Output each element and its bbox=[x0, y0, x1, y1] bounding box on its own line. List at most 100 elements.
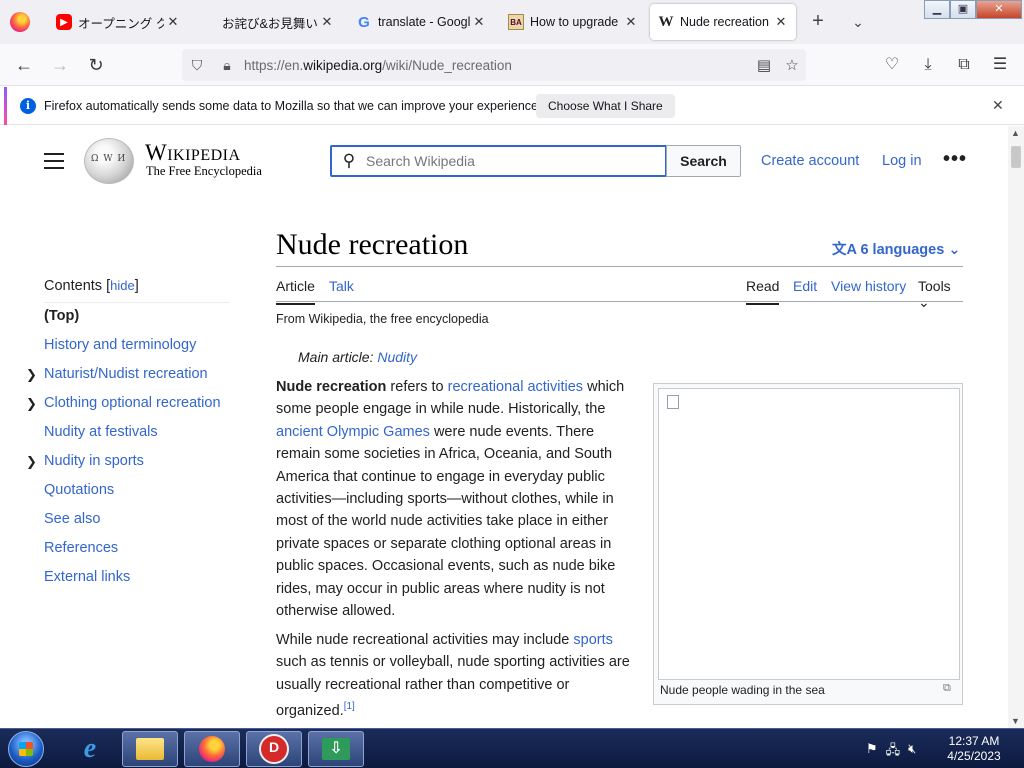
web-page: Wikipedia The Free Encyclopedia ⚲ Search… bbox=[0, 126, 1008, 728]
tab-talk[interactable]: Talk bbox=[329, 278, 354, 294]
browser-tab-4[interactable]: BA How to upgrade ✕ bbox=[500, 4, 646, 40]
close-icon[interactable]: ✕ bbox=[470, 14, 488, 30]
toc-item-quotations[interactable]: Quotations bbox=[44, 482, 114, 498]
browser-tab-2[interactable]: お詫び&お見舞い集 ✕ bbox=[192, 4, 342, 40]
tools-label: Tools bbox=[918, 278, 951, 294]
create-account-link[interactable]: Create account bbox=[761, 153, 859, 169]
extensions-icon[interactable]: ⧉ bbox=[951, 53, 977, 77]
list-all-tabs-icon[interactable]: ⌄ bbox=[846, 10, 870, 34]
title-divider bbox=[276, 266, 963, 267]
sports-link[interactable]: sports bbox=[573, 632, 613, 648]
reload-icon[interactable]: ↻ bbox=[84, 53, 108, 77]
toc-item-top[interactable]: (Top) bbox=[44, 308, 79, 324]
action-center-flag-icon[interactable]: ⚑ bbox=[866, 741, 878, 763]
url-bar[interactable]: ⛉ 🔒︎ https://en.wikipedia.org/wiki/Nude_… bbox=[182, 49, 806, 81]
url-text[interactable]: https://en.wikipedia.org/wiki/Nude_recre… bbox=[244, 58, 750, 73]
tab-article[interactable]: Article bbox=[276, 278, 315, 305]
scroll-up-arrow-icon[interactable]: ▲ bbox=[1011, 128, 1020, 138]
log-in-link[interactable]: Log in bbox=[882, 153, 922, 169]
maximize-icon[interactable]: ▣ bbox=[950, 0, 976, 19]
choose-what-i-share-button[interactable]: Choose What I Share bbox=[536, 94, 675, 118]
close-icon[interactable]: ✕ bbox=[772, 14, 790, 30]
figure-image[interactable] bbox=[658, 388, 960, 680]
close-icon[interactable]: ✕ bbox=[318, 14, 336, 30]
toc-item-naturist[interactable]: Naturist/Nudist recreation bbox=[44, 366, 208, 382]
figure-thumbnail: Nude people wading in the sea ⧉ bbox=[653, 383, 963, 705]
more-options-icon[interactable]: ••• bbox=[943, 148, 967, 171]
tracking-shield-icon[interactable]: ⛉ bbox=[182, 57, 212, 74]
ancient-olympic-games-link[interactable]: ancient Olympic Games bbox=[276, 424, 430, 440]
app-menu-icon[interactable]: ☰ bbox=[987, 53, 1013, 77]
toc-item-see-also[interactable]: See also bbox=[44, 511, 100, 527]
toc-item-sports[interactable]: Nudity in sports bbox=[44, 453, 144, 469]
back-arrow-icon[interactable]: ← bbox=[12, 53, 36, 77]
second-paragraph: While nude recreational activities may i… bbox=[276, 629, 632, 722]
paragraph-text: refers to bbox=[386, 379, 448, 395]
window-close-icon[interactable]: ✕ bbox=[976, 0, 1022, 19]
firefox-icon[interactable] bbox=[184, 731, 240, 767]
chevron-right-icon[interactable]: ❯ bbox=[26, 396, 37, 412]
bookmark-star-icon[interactable]: ☆ bbox=[778, 56, 806, 74]
tab-read[interactable]: Read bbox=[746, 278, 780, 305]
search-box[interactable]: ⚲ bbox=[330, 145, 667, 177]
url-prefix: https://en. bbox=[244, 57, 304, 73]
main-menu-icon[interactable] bbox=[44, 153, 64, 169]
new-tab-button[interactable]: + bbox=[806, 10, 830, 34]
wikipedia-wordmark[interactable]: Wikipedia bbox=[145, 140, 241, 166]
tab-edit[interactable]: Edit bbox=[793, 278, 817, 294]
close-icon[interactable]: ✕ bbox=[622, 14, 640, 30]
firefox-logo-icon[interactable] bbox=[10, 12, 30, 32]
internet-explorer-icon[interactable]: e bbox=[62, 731, 118, 767]
browser-tab-3[interactable]: G translate - Google ✕ bbox=[348, 4, 494, 40]
system-tray: ⚑ 🖧︎ 🔇︎ bbox=[866, 741, 916, 763]
notification-accent bbox=[4, 87, 7, 125]
toc-item-history[interactable]: History and terminology bbox=[44, 337, 196, 353]
chevron-right-icon[interactable]: ❯ bbox=[26, 367, 37, 383]
file-explorer-icon[interactable] bbox=[122, 731, 178, 767]
downloads-icon[interactable]: ⤓ bbox=[915, 53, 941, 77]
browser-tab-5[interactable]: W Nude recreation - ✕ bbox=[650, 4, 796, 40]
tools-menu[interactable]: Tools ⌄ bbox=[918, 278, 963, 311]
paragraph-text: While nude recreational activities may i… bbox=[276, 632, 574, 648]
wikipedia-globe-logo[interactable] bbox=[84, 138, 134, 184]
url-domain: wikipedia.org bbox=[303, 57, 383, 73]
browser-tab-1[interactable]: ▶ オープニング ク ✕ bbox=[48, 4, 188, 40]
chevron-right-icon[interactable]: ❯ bbox=[26, 454, 37, 470]
info-icon: i bbox=[20, 98, 36, 114]
lock-icon[interactable]: 🔒︎ bbox=[212, 57, 242, 74]
toc-item-clothing-optional[interactable]: Clothing optional recreation bbox=[44, 395, 221, 411]
network-icon[interactable]: 🖧︎ bbox=[886, 741, 901, 763]
nudity-link[interactable]: Nudity bbox=[377, 349, 417, 365]
start-button[interactable] bbox=[8, 731, 44, 767]
system-clock[interactable]: 12:37 AM 4/25/2023 bbox=[944, 734, 1004, 764]
toc-item-references[interactable]: References bbox=[44, 540, 118, 556]
toc-item-festivals[interactable]: Nudity at festivals bbox=[44, 424, 158, 440]
reader-view-icon[interactable]: ▤ bbox=[750, 56, 778, 74]
hatnote: Main article: Nudity bbox=[298, 349, 417, 365]
toc-item-external-links[interactable]: External links bbox=[44, 569, 130, 585]
site-subtitle: From Wikipedia, the free encyclopedia bbox=[276, 312, 489, 326]
pocket-icon[interactable]: ♡ bbox=[879, 53, 905, 77]
search-input[interactable] bbox=[366, 153, 665, 169]
notification-close-icon[interactable]: ✕ bbox=[992, 97, 1004, 114]
tab-view-history[interactable]: View history bbox=[831, 278, 906, 294]
clock-time: 12:37 AM bbox=[948, 734, 1000, 748]
forward-arrow-icon[interactable]: → bbox=[48, 53, 72, 77]
scrollbar-thumb[interactable] bbox=[1011, 146, 1021, 168]
toc-hide-link[interactable]: hide bbox=[110, 278, 135, 293]
languages-button[interactable]: 文A 6 languages ⌄ bbox=[832, 238, 960, 259]
minimize-icon[interactable]: ▁ bbox=[924, 0, 950, 19]
download-manager-icon[interactable] bbox=[308, 731, 364, 767]
recreational-activities-link[interactable]: recreational activities bbox=[448, 379, 583, 395]
volume-muted-icon[interactable]: 🔇︎ bbox=[908, 741, 916, 763]
navigation-toolbar: ← → ↻ ⛉ 🔒︎ https://en.wikipedia.org/wiki… bbox=[0, 44, 1024, 86]
scroll-down-arrow-icon[interactable]: ▼ bbox=[1011, 716, 1020, 726]
lead-term: Nude recreation bbox=[276, 379, 387, 395]
close-icon[interactable]: ✕ bbox=[164, 14, 182, 30]
app-d-icon[interactable] bbox=[246, 731, 302, 767]
enlarge-icon[interactable]: ⧉ bbox=[943, 682, 951, 695]
reference-link[interactable]: [1] bbox=[344, 701, 355, 712]
search-button[interactable]: Search bbox=[666, 145, 741, 177]
paragraph-text: such as tennis or volleyball, nude sport… bbox=[276, 654, 630, 720]
page-scrollbar[interactable]: ▲ ▼ bbox=[1008, 126, 1024, 728]
